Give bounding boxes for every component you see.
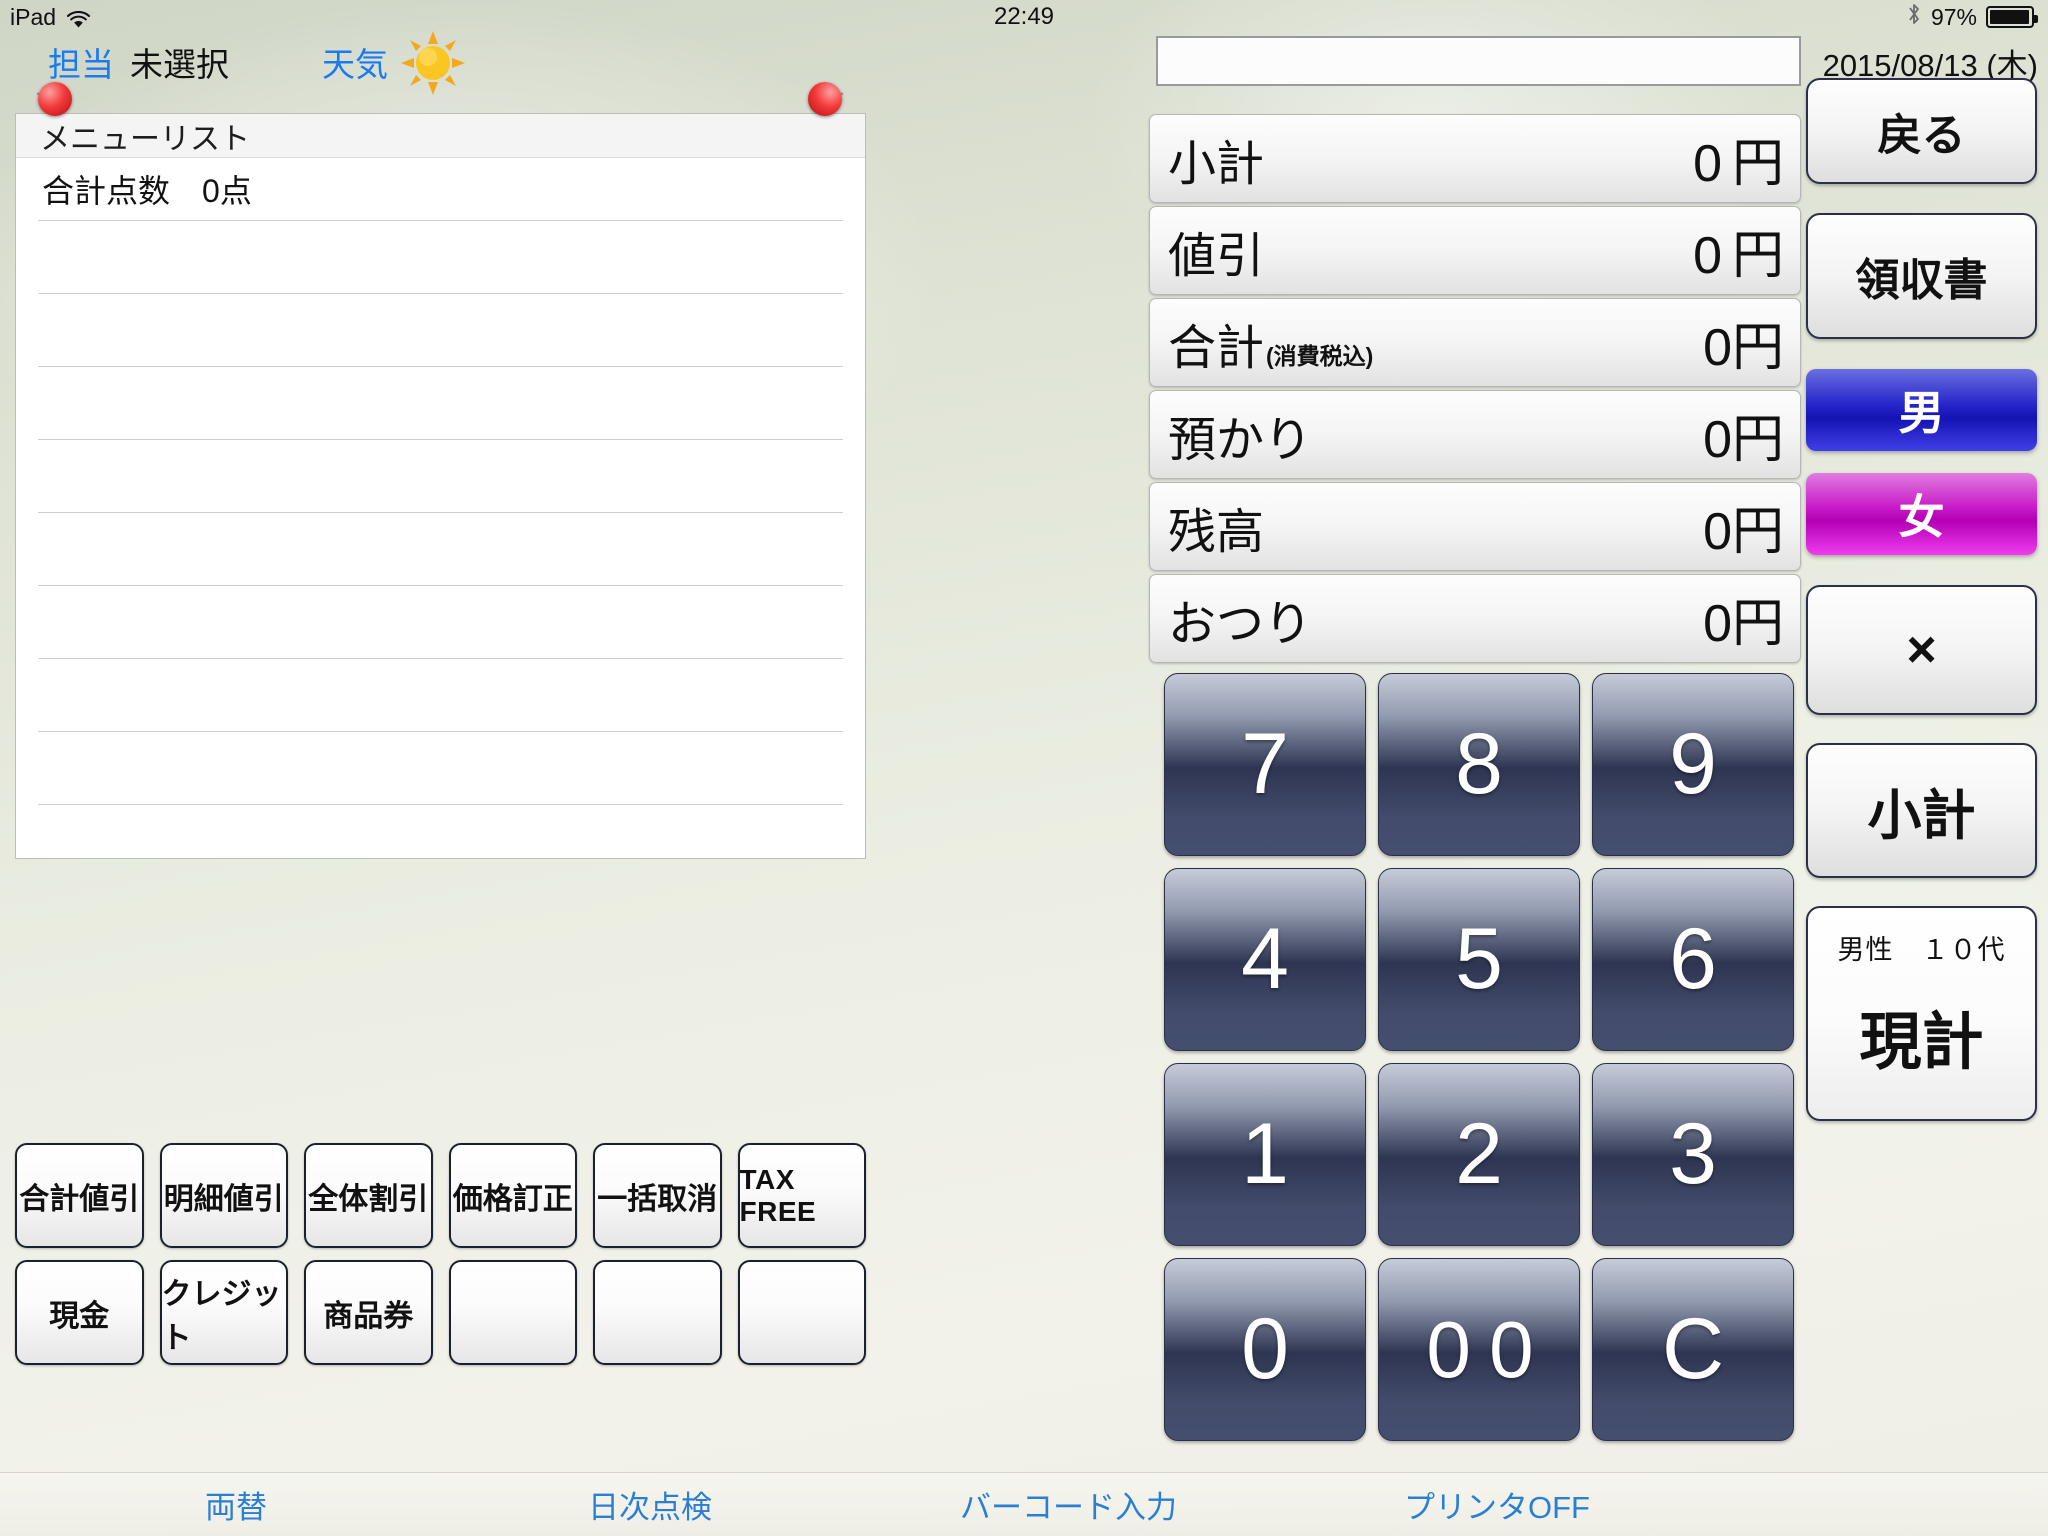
- numeric-keypad: 789 456 123 00 0C: [1164, 673, 1794, 1441]
- staff-value[interactable]: 未選択: [130, 38, 229, 86]
- function-button-5[interactable]: TAX FREE: [737, 1143, 866, 1248]
- payment-button-1[interactable]: クレジット: [159, 1260, 288, 1365]
- function-button-4[interactable]: 一括取消: [593, 1143, 722, 1248]
- bottom-toolbar: 両替 日次点検 バーコード入力 プリンタOFF: [0, 1472, 2048, 1536]
- payment-button-2[interactable]: 商品券: [304, 1260, 433, 1365]
- keypad-key-00[interactable]: 0 0: [1378, 1258, 1580, 1441]
- total-row-value: 0円: [1703, 411, 1784, 469]
- total-row-label: 値引: [1168, 229, 1265, 283]
- battery-percent-label: 97%: [1930, 3, 1977, 30]
- function-button-3[interactable]: 価格訂正: [448, 1143, 577, 1248]
- right-action-rail: 戻る 領収書 男 女 × 小計 男性 １０代 現計: [1806, 78, 2037, 1121]
- daily-check-button[interactable]: 日次点検: [588, 1482, 712, 1527]
- payment-button-row: 現金 クレジット 商品券: [15, 1260, 866, 1365]
- menu-list-item[interactable]: [38, 293, 843, 366]
- keypad-key-1[interactable]: 1: [1164, 1063, 1366, 1246]
- total-count-row: 合計点数 0点: [16, 158, 865, 220]
- total-row-sublabel: (消費税込): [1266, 342, 1374, 369]
- total-row: 残高 0 円: [1149, 482, 1801, 571]
- total-row-value: 0円: [1703, 319, 1784, 377]
- battery-icon: [1986, 6, 2038, 28]
- menu-list-panel: メニューリスト 合計点数 0点: [15, 113, 866, 859]
- keypad-key-7[interactable]: 7: [1164, 673, 1366, 856]
- total-count-label: 合計点数: [42, 173, 171, 209]
- function-button-row-1: 合計値引 明細値引 全体割引 価格訂正 一括取消 TAX FREE: [15, 1143, 866, 1248]
- staff-label[interactable]: 担当: [48, 38, 114, 86]
- menu-list-item[interactable]: [38, 220, 843, 293]
- total-row: 小計 0 円: [1149, 114, 1801, 203]
- function-button-0[interactable]: 合計値引: [15, 1143, 144, 1248]
- totals-panel: 小計 0 円値引 0 円合計 (消費税込) 0 円預かり 0 円残高 0 円おつり 0 円: [1149, 114, 1801, 666]
- demographic-label: 男性 １０代: [1837, 935, 2006, 965]
- cash-total-button[interactable]: 男性 １０代 現計: [1806, 906, 2037, 1121]
- top-bar: 担当 未選択 天気: [0, 31, 1180, 95]
- total-row-value: 0円: [1703, 503, 1784, 561]
- status-bar-right: 97%: [1906, 2, 2038, 32]
- function-button-1[interactable]: 明細値引: [159, 1143, 288, 1248]
- keypad-key-8[interactable]: 8: [1378, 673, 1580, 856]
- total-row-value: 0円: [1703, 595, 1784, 653]
- weather-label[interactable]: 天気: [322, 38, 388, 86]
- menu-list-item[interactable]: [38, 439, 843, 512]
- total-row-value: 0円: [1693, 135, 1784, 193]
- menu-list-item[interactable]: [38, 585, 843, 658]
- barcode-input-button[interactable]: バーコード入力: [960, 1482, 1177, 1527]
- pushpin-icon: [800, 82, 852, 134]
- payment-button-0[interactable]: 現金: [15, 1260, 144, 1365]
- keypad-key-2[interactable]: 2: [1378, 1063, 1580, 1246]
- keypad-key-9[interactable]: 9: [1592, 673, 1794, 856]
- keypad-key-3[interactable]: 3: [1592, 1063, 1794, 1246]
- total-row-label: 合計 (消費税込): [1168, 321, 1374, 375]
- payment-button-empty-5[interactable]: [737, 1260, 866, 1365]
- cash-total-label: 現計: [1859, 1008, 1984, 1077]
- male-button[interactable]: 男: [1806, 369, 2037, 451]
- keypad-key-5[interactable]: 5: [1378, 868, 1580, 1051]
- clock-label: 22:49: [993, 3, 1055, 30]
- menu-list-title: メニューリスト: [16, 114, 865, 158]
- back-button[interactable]: 戻る: [1806, 78, 2037, 184]
- total-row-label: 小計: [1168, 137, 1265, 191]
- bluetooth-icon: [1906, 2, 1922, 32]
- keypad-key-6[interactable]: 6: [1592, 868, 1794, 1051]
- total-row-label: おつり: [1168, 597, 1313, 651]
- sun-icon: [400, 30, 466, 96]
- keypad-key-C[interactable]: C: [1592, 1258, 1794, 1441]
- menu-list-item[interactable]: [38, 366, 843, 439]
- total-row-value: 0円: [1693, 227, 1784, 285]
- function-button-grid: 合計値引 明細値引 全体割引 価格訂正 一括取消 TAX FREE 現金 クレジット 商品券: [15, 1143, 866, 1377]
- search-input[interactable]: [1156, 36, 1801, 86]
- menu-list-item[interactable]: [38, 804, 843, 858]
- payment-button-empty-4[interactable]: [593, 1260, 722, 1365]
- printer-toggle-button[interactable]: プリンタOFF: [1404, 1482, 1590, 1527]
- menu-list-item[interactable]: [38, 658, 843, 731]
- payment-button-empty-3[interactable]: [448, 1260, 577, 1365]
- female-button[interactable]: 女: [1806, 473, 2037, 555]
- total-row: 預かり 0 円: [1149, 390, 1801, 479]
- subtotal-button[interactable]: 小計: [1806, 743, 2037, 878]
- total-row-label: 預かり: [1168, 413, 1313, 467]
- receipt-button[interactable]: 領収書: [1806, 213, 2037, 339]
- keypad-key-0[interactable]: 0: [1164, 1258, 1366, 1441]
- exchange-button[interactable]: 両替: [205, 1482, 267, 1527]
- total-row-label: 残高: [1168, 505, 1265, 559]
- pushpin-icon: [28, 82, 80, 134]
- menu-list-item[interactable]: [38, 512, 843, 585]
- function-button-2[interactable]: 全体割引: [304, 1143, 433, 1248]
- keypad-key-4[interactable]: 4: [1164, 868, 1366, 1051]
- total-row: 値引 0 円: [1149, 206, 1801, 295]
- total-row: おつり 0 円: [1149, 574, 1801, 663]
- status-bar: iPad 22:49 97%: [0, 0, 2048, 34]
- multiply-button[interactable]: ×: [1806, 585, 2037, 715]
- total-count-value: 0点: [202, 173, 252, 209]
- menu-list-rows[interactable]: [16, 220, 865, 858]
- total-row: 合計 (消費税込) 0 円: [1149, 298, 1801, 387]
- menu-list-item[interactable]: [38, 731, 843, 804]
